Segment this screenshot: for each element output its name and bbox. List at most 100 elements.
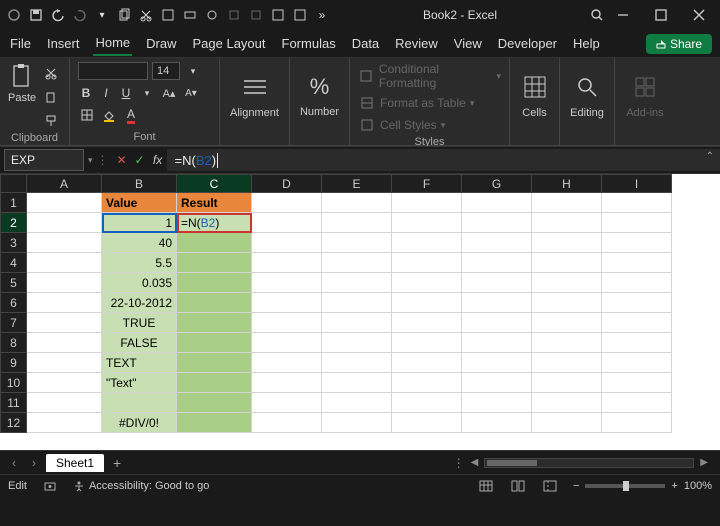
tab-help[interactable]: Help [571,32,602,55]
qat-item-icon[interactable] [202,5,222,25]
cell[interactable]: 5.5 [102,253,177,273]
tab-scroll-options-icon[interactable]: ⋮ [453,456,465,470]
add-sheet-icon[interactable]: + [108,455,126,471]
sheet-nav-prev-icon[interactable]: ‹ [6,456,22,470]
cell[interactable]: FALSE [102,333,177,353]
row-header[interactable]: 3 [1,233,27,253]
alignment-icon[interactable] [241,73,269,101]
tab-insert[interactable]: Insert [45,32,82,55]
hscroll-left-icon[interactable]: ◀ [471,457,479,468]
cell[interactable]: "Text" [102,373,177,393]
row-header[interactable]: 4 [1,253,27,273]
borders-icon[interactable] [78,106,96,124]
row-header[interactable]: 12 [1,413,27,433]
horizontal-scrollbar[interactable] [484,458,694,468]
cell[interactable]: 1 [102,213,177,233]
underline-button[interactable]: U [118,86,134,100]
italic-button[interactable]: I [98,86,114,100]
row-header[interactable]: 6 [1,293,27,313]
format-painter-icon[interactable] [42,112,60,130]
minimize-icon[interactable] [606,1,640,29]
select-all-corner[interactable] [1,175,27,193]
cell[interactable] [177,273,252,293]
font-size-dropdown-icon[interactable]: ▾ [184,62,202,80]
cell[interactable] [102,393,177,413]
cell[interactable] [177,233,252,253]
view-normal-icon[interactable] [477,477,495,495]
cell[interactable]: #DIV/0! [102,413,177,433]
cell[interactable] [177,293,252,313]
qat-item-icon[interactable] [290,5,310,25]
tab-pagelayout[interactable]: Page Layout [191,32,268,55]
col-header[interactable]: I [602,175,672,193]
zoom-in-icon[interactable]: + [671,480,677,492]
col-header[interactable]: G [462,175,532,193]
fill-color-icon[interactable] [100,106,118,124]
qat-overflow-icon[interactable]: » [312,5,332,25]
cell[interactable]: Value [102,193,177,213]
fx-icon[interactable]: fx [149,153,167,167]
cell[interactable] [177,393,252,413]
underline-dropdown-icon[interactable]: ▾ [138,84,156,102]
col-header[interactable]: E [322,175,392,193]
col-header[interactable]: H [532,175,602,193]
cut-icon[interactable] [136,5,156,25]
qat-more-icon[interactable]: ▾ [92,5,112,25]
cell[interactable] [177,253,252,273]
copy-icon[interactable] [114,5,134,25]
zoom-out-icon[interactable]: − [573,480,579,492]
active-cell[interactable]: =N(B2) [177,213,252,233]
tab-developer[interactable]: Developer [496,32,559,55]
cells-icon[interactable] [521,73,549,101]
increase-font-icon[interactable]: A▴ [160,84,178,102]
cancel-formula-icon[interactable]: ✕ [113,153,131,167]
undo-icon[interactable] [48,5,68,25]
formula-expand-icon[interactable]: ⌃ [706,151,714,162]
font-name-input[interactable] [78,62,148,80]
view-pagebreak-icon[interactable] [541,477,559,495]
qat-item-icon[interactable] [180,5,200,25]
row-header[interactable]: 5 [1,273,27,293]
row-header[interactable]: 1 [1,193,27,213]
tab-data[interactable]: Data [350,32,381,55]
bold-button[interactable]: B [78,86,94,100]
percent-icon[interactable]: % [310,74,330,100]
cell[interactable] [177,353,252,373]
close-icon[interactable] [682,1,716,29]
tab-draw[interactable]: Draw [144,32,178,55]
view-pagelayout-icon[interactable] [509,477,527,495]
cell[interactable]: 40 [102,233,177,253]
tab-home[interactable]: Home [93,31,132,56]
decrease-font-icon[interactable]: A▾ [182,84,200,102]
cell[interactable]: TEXT [102,353,177,373]
share-button[interactable]: Share [646,34,712,54]
hscroll-right-icon[interactable]: ▶ [700,457,708,468]
row-header[interactable]: 8 [1,333,27,353]
tab-formulas[interactable]: Formulas [280,32,338,55]
name-box[interactable] [4,149,84,171]
row-header[interactable]: 11 [1,393,27,413]
font-size-input[interactable] [152,62,180,80]
paste-icon[interactable] [8,62,36,90]
col-header[interactable]: D [252,175,322,193]
copy-icon[interactable] [42,88,60,106]
accessibility-status[interactable]: Accessibility: Good to go [73,480,209,492]
row-header[interactable]: 10 [1,373,27,393]
tab-review[interactable]: Review [393,32,440,55]
row-header[interactable]: 2 [1,213,27,233]
qat-item-icon[interactable] [268,5,288,25]
maximize-icon[interactable] [644,1,678,29]
macro-record-icon[interactable] [41,477,59,495]
col-header[interactable]: B [102,175,177,193]
zoom-slider[interactable] [585,484,665,488]
cell[interactable] [177,413,252,433]
font-color-icon[interactable]: A [122,106,140,124]
sheet-nav-next-icon[interactable]: › [26,456,42,470]
formula-bar[interactable]: =N(B2) [167,149,720,171]
cell[interactable]: Result [177,193,252,213]
col-header[interactable]: C [177,175,252,193]
cell[interactable] [177,333,252,353]
tab-file[interactable]: File [8,32,33,55]
tab-view[interactable]: View [452,32,484,55]
worksheet-grid[interactable]: A B C D E F G H I 1ValueResult 21=N(B2) … [0,174,672,433]
